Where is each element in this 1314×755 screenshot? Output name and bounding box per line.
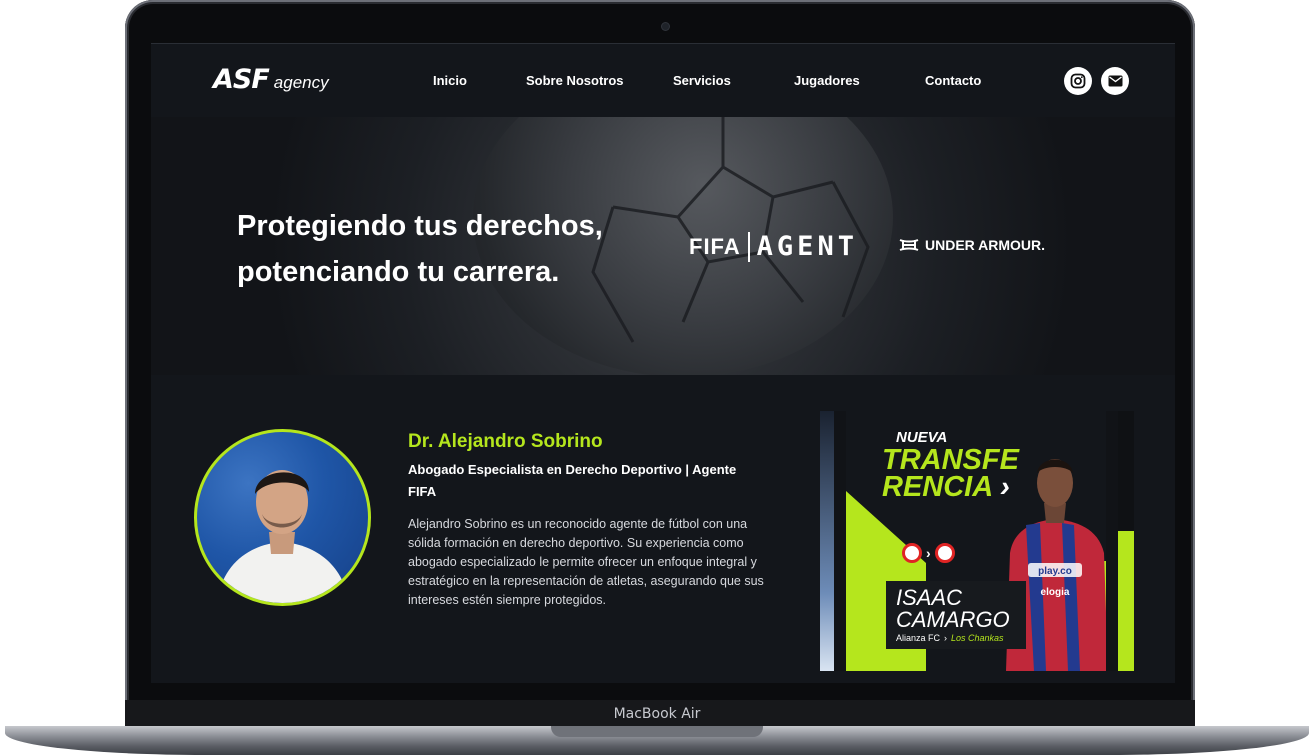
nav-link-contacto[interactable]: Contacto <box>925 73 981 88</box>
hero-title-line-2: potenciando tu carrera. <box>237 256 560 288</box>
transfer-carousel[interactable]: NUEVA TRANSFE RENCIA › play.co elogia › … <box>820 411 1134 671</box>
browser-screen: ASF agency Inicio Sobre Nosotros Servici… <box>151 43 1175 683</box>
fifa-logo-text: FIFA <box>689 233 741 259</box>
arrow-right-icon: › <box>926 545 931 561</box>
agent-role: Abogado Especialista en Derecho Deportiv… <box>408 462 737 499</box>
camera-icon <box>662 23 669 30</box>
under-armour-logo: UNDER ARMOUR. <box>899 237 1045 253</box>
transfer-clubs: Alianza FC › Los Chankas <box>896 633 1004 643</box>
transfer-slide[interactable]: NUEVA TRANSFE RENCIA › play.co elogia › … <box>846 411 1106 671</box>
nav-link-servicios[interactable]: Servicios <box>673 73 731 88</box>
logo-mark: ASF <box>213 64 270 95</box>
from-club-name: Alianza FC <box>896 633 941 643</box>
carousel-next-slide[interactable] <box>1118 411 1134 671</box>
hero-title: Protegiendo tus derechos, potenciando tu… <box>237 203 603 295</box>
nav-link-inicio[interactable]: Inicio <box>433 73 467 88</box>
player-name: ISAAC CAMARGO <box>896 587 1010 631</box>
instagram-icon[interactable] <box>1064 67 1092 95</box>
under-armour-text: UNDER ARMOUR. <box>925 237 1046 253</box>
agent-name: Dr. Alejandro Sobrino <box>408 431 603 452</box>
from-club-crest-icon <box>902 543 922 563</box>
arrow-right-icon: › <box>944 633 948 643</box>
laptop-notch <box>551 726 763 737</box>
profile-photo <box>194 429 371 606</box>
fifa-logo-divider <box>747 231 750 262</box>
nav-link-sobre-nosotros[interactable]: Sobre Nosotros <box>526 73 624 88</box>
device-label: MacBook Air <box>613 706 701 722</box>
logo-text: agency <box>273 73 329 92</box>
top-navigation: ASF agency Inicio Sobre Nosotros Servici… <box>151 43 1175 117</box>
agent-bio: Alejandro Sobrino es un reconocido agent… <box>408 517 764 607</box>
player-first-name: ISAAC <box>896 585 963 610</box>
hero-title-line-1: Protegiendo tus derechos, <box>237 210 603 242</box>
to-club-crest-icon <box>934 543 955 563</box>
agent-logo-text: AGENT <box>756 231 858 262</box>
sponsor-logo: play.co <box>1038 566 1072 577</box>
to-club-name: Los Chankas <box>951 633 1004 643</box>
player-last-name: CAMARGO <box>896 607 1010 632</box>
fifa-agent-logo: FIFA AGENT <box>689 231 858 262</box>
about-section: Dr. Alejandro Sobrino Abogado Especialis… <box>151 375 1175 683</box>
site-logo[interactable]: ASF agency <box>213 64 329 95</box>
carousel-previous-slide[interactable] <box>820 411 834 671</box>
email-icon[interactable] <box>1101 67 1129 95</box>
club-crests: › <box>902 543 955 563</box>
sponsor-logo-2: elogia <box>1041 587 1070 598</box>
hero-banner: Protegiendo tus derechos, potenciando tu… <box>151 117 1175 375</box>
under-armour-icon <box>899 239 919 251</box>
nav-link-jugadores[interactable]: Jugadores <box>794 73 860 88</box>
